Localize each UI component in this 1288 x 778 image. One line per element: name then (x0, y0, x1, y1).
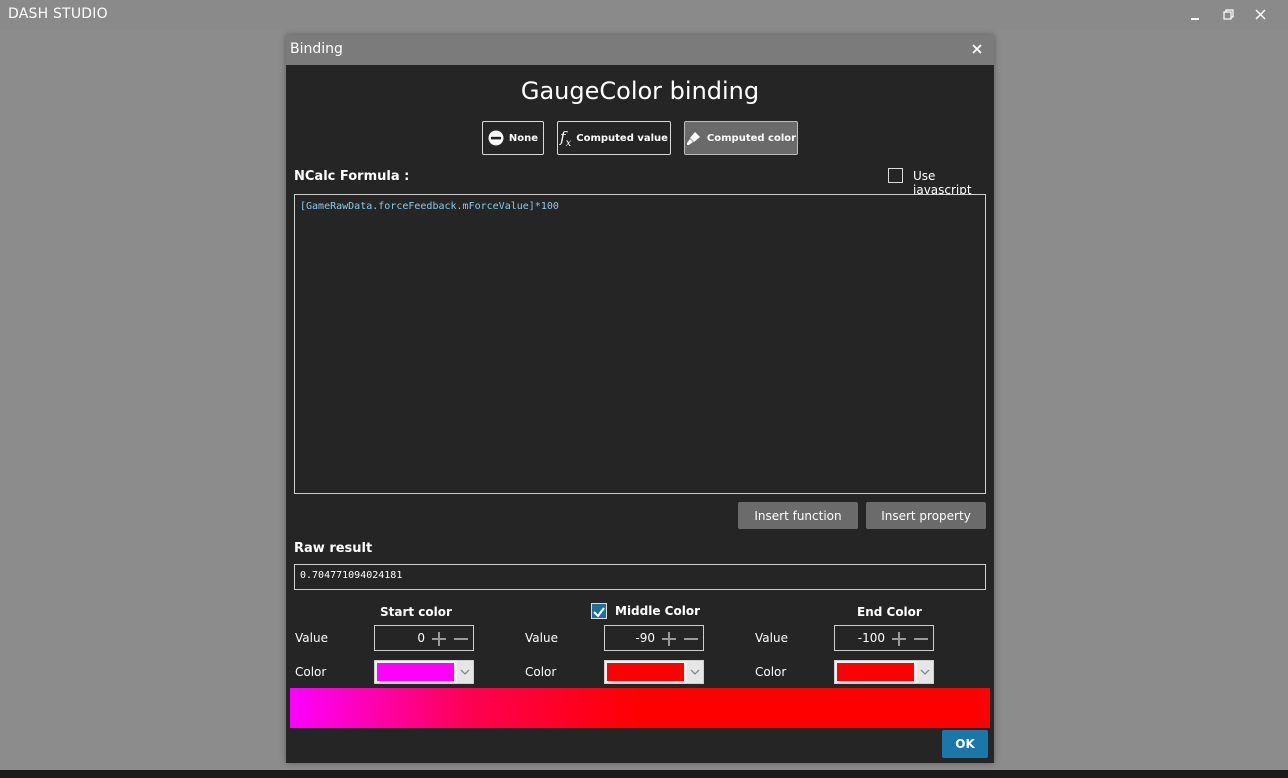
chevron-down-icon (920, 669, 930, 675)
raw-result-field: 0.704771094024181 (294, 564, 986, 590)
dialog-close-icon[interactable] (970, 42, 984, 56)
middle-value-stepper[interactable]: -90 (604, 625, 704, 651)
middle-value-label: Value (525, 631, 558, 645)
end-value-label: Value (755, 631, 788, 645)
app-title-bar: DASH STUDIO (0, 0, 1288, 30)
binding-dialog: Binding GaugeColor binding None fx Compu… (286, 35, 994, 763)
start-color-swatch (377, 663, 454, 681)
restore-button[interactable] (1218, 4, 1240, 26)
formula-editor[interactable]: [GameRawData.forceFeedback.mForceValue]*… (294, 194, 986, 494)
formula-text: [GameRawData.forceFeedback.mForceValue]*… (300, 201, 559, 212)
dialog-title: Binding (290, 41, 343, 57)
start-color-dropdown[interactable] (457, 661, 473, 683)
app-title: DASH STUDIO (8, 6, 108, 22)
chevron-down-icon (460, 669, 470, 675)
end-color-picker[interactable] (834, 660, 934, 684)
paint-brush-icon (686, 132, 700, 145)
no-entry-icon (488, 130, 504, 146)
minimize-button[interactable] (1184, 4, 1206, 26)
minus-icon[interactable] (683, 631, 699, 647)
end-color-heading: End Color (857, 605, 922, 619)
ok-button[interactable]: OK (942, 730, 988, 758)
middle-color-picker[interactable] (604, 660, 704, 684)
use-javascript-checkbox[interactable] (888, 168, 903, 183)
insert-property-button[interactable]: Insert property (866, 502, 986, 529)
mode-computed-value-label: Computed value (576, 132, 668, 144)
end-color-dropdown[interactable] (917, 661, 933, 683)
checkmark-icon (593, 607, 605, 618)
mode-computed-color-button[interactable]: Computed color (684, 121, 798, 155)
middle-color-label: Color (525, 665, 557, 679)
window-close-button[interactable] (1250, 4, 1272, 26)
insert-function-button[interactable]: Insert function (738, 502, 858, 529)
end-value: -100 (857, 631, 885, 645)
start-color-label: Color (295, 665, 327, 679)
close-icon (1255, 9, 1266, 20)
mode-computed-value-button[interactable]: fx Computed value (557, 121, 671, 155)
mode-none-button[interactable]: None (482, 121, 544, 155)
middle-value: -90 (635, 631, 655, 645)
minus-icon[interactable] (453, 631, 469, 647)
formula-label: NCalc Formula : (294, 169, 410, 184)
start-value-label: Value (295, 631, 328, 645)
start-value: 0 (417, 631, 425, 645)
start-color-picker[interactable] (374, 660, 474, 684)
middle-color-swatch (607, 663, 684, 681)
minus-icon[interactable] (913, 631, 929, 647)
end-color-swatch (837, 663, 914, 681)
plus-icon[interactable] (661, 631, 677, 647)
middle-color-heading[interactable]: Middle Color (615, 604, 700, 618)
mode-computed-color-label: Computed color (706, 132, 797, 144)
mode-none-label: None (508, 132, 539, 144)
chevron-down-icon (690, 669, 700, 675)
plus-icon[interactable] (431, 631, 447, 647)
binding-heading: GaugeColor binding (520, 77, 760, 105)
color-gradient-preview (290, 688, 990, 728)
restore-icon (1223, 9, 1234, 20)
start-value-stepper[interactable]: 0 (374, 625, 474, 651)
minimize-icon (1191, 18, 1199, 20)
end-color-label: Color (755, 665, 787, 679)
start-color-heading: Start color (380, 605, 452, 619)
taskbar (0, 770, 1288, 778)
raw-result-value: 0.704771094024181 (300, 570, 403, 581)
end-value-stepper[interactable]: -100 (834, 625, 934, 651)
dialog-title-bar: Binding (286, 35, 994, 65)
fx-icon: fx (560, 127, 572, 149)
use-javascript-label[interactable]: Use javascript (913, 169, 994, 197)
raw-result-label: Raw result (294, 541, 373, 556)
middle-color-checkbox[interactable] (591, 603, 607, 619)
middle-color-dropdown[interactable] (687, 661, 703, 683)
plus-icon[interactable] (891, 631, 907, 647)
